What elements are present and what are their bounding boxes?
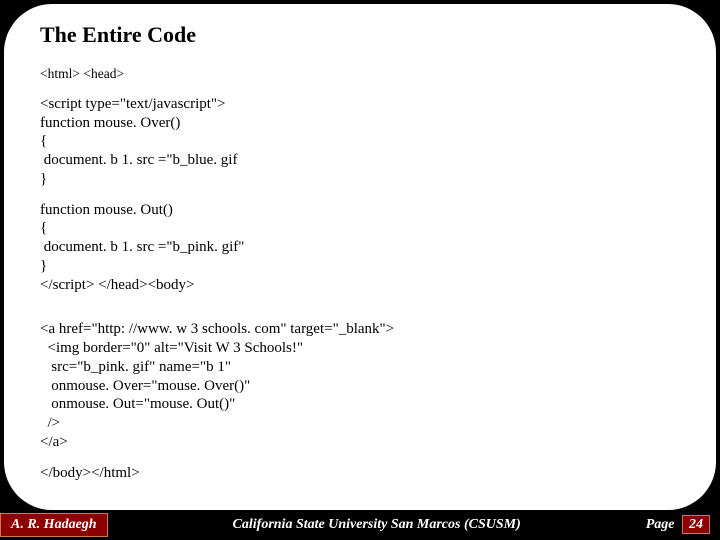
slide-frame: The Entire Code <html> <head> <script ty… xyxy=(4,4,716,510)
page-label: Page xyxy=(646,517,675,532)
code-line: document. b 1. src ="b_blue. gif xyxy=(40,151,680,170)
page-number: 24 xyxy=(682,515,710,534)
code-block-2: <script type="text/javascript"> function… xyxy=(40,95,680,189)
code-line: onmouse. Out="mouse. Out()" xyxy=(40,395,680,414)
code-block-1: <html> <head> xyxy=(40,66,680,83)
code-line: </body></html> xyxy=(40,464,680,483)
code-line: onmouse. Over="mouse. Over()" xyxy=(40,377,680,396)
code-line: document. b 1. src ="b_pink. gif" xyxy=(40,238,680,257)
code-line: { xyxy=(40,219,680,238)
code-line: /> xyxy=(40,414,680,433)
code-line: } xyxy=(40,170,680,189)
footer-author: A. R. Hadaegh xyxy=(0,513,108,537)
code-block-3: function mouse. Out() { document. b 1. s… xyxy=(40,201,680,295)
code-line: function mouse. Out() xyxy=(40,201,680,220)
footer-page: Page 24 xyxy=(646,517,720,533)
footer-institution: California State University San Marcos (… xyxy=(108,517,646,533)
code-line: <html> <head> xyxy=(40,66,680,83)
code-block-4: <a href="http: //www. w 3 schools. com" … xyxy=(40,320,680,451)
code-line: <a href="http: //www. w 3 schools. com" … xyxy=(40,320,680,339)
code-line: <img border="0" alt="Visit W 3 Schools!" xyxy=(40,339,680,358)
code-line: src="b_pink. gif" name="b 1" xyxy=(40,358,680,377)
code-line: function mouse. Over() xyxy=(40,114,680,133)
code-block-5: </body></html> xyxy=(40,464,680,483)
code-line: { xyxy=(40,132,680,151)
slide-title: The Entire Code xyxy=(40,22,680,48)
code-line: </script> </head><body> xyxy=(40,276,680,295)
code-line: </a> xyxy=(40,433,680,452)
code-line: <script type="text/javascript"> xyxy=(40,95,680,114)
code-line: } xyxy=(40,257,680,276)
footer-bar: A. R. Hadaegh California State Universit… xyxy=(0,510,720,540)
